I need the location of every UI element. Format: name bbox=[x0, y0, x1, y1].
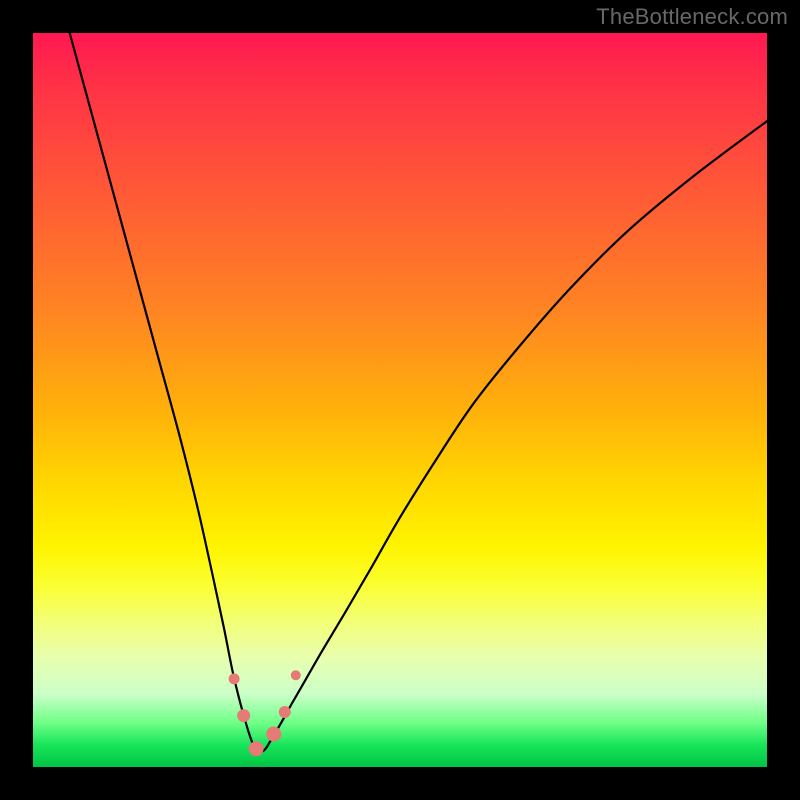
curve-marker bbox=[291, 670, 301, 680]
curve-marker bbox=[237, 709, 250, 722]
curve-svg bbox=[33, 33, 767, 767]
chart-frame: TheBottleneck.com bbox=[0, 0, 800, 800]
plot-area bbox=[33, 33, 767, 767]
curve-marker bbox=[249, 741, 264, 756]
watermark-text: TheBottleneck.com bbox=[596, 4, 788, 30]
curve-markers bbox=[229, 670, 301, 756]
bottleneck-curve bbox=[70, 33, 767, 753]
curve-marker bbox=[229, 673, 240, 684]
curve-marker bbox=[266, 726, 281, 741]
curve-marker bbox=[279, 706, 291, 718]
